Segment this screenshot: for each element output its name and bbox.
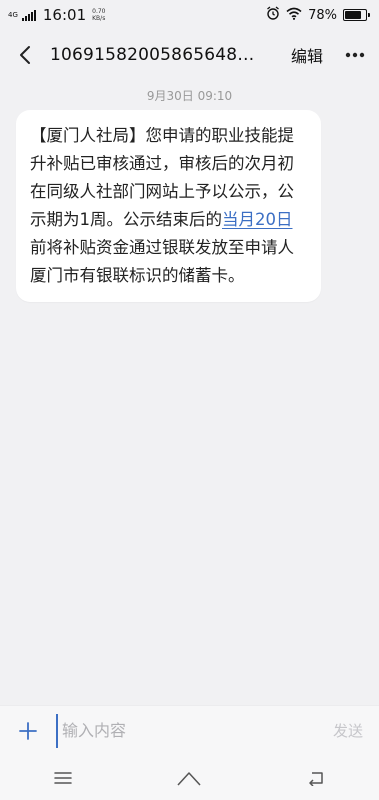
system-nav-bar bbox=[0, 755, 379, 800]
network-speed: 0.70 KB/s bbox=[92, 8, 105, 22]
alarm-icon bbox=[266, 6, 280, 24]
status-left: 4G 16:01 0.70 KB/s bbox=[8, 6, 105, 24]
network-speed-value: 0.70 bbox=[92, 8, 106, 15]
plus-icon bbox=[19, 721, 37, 740]
message-date-link[interactable]: 当月20日 bbox=[222, 210, 293, 229]
nav-menu-button[interactable] bbox=[33, 758, 93, 798]
menu-icon bbox=[54, 771, 72, 784]
network-indicator: 4G bbox=[8, 10, 18, 19]
status-right: 78% bbox=[266, 6, 370, 24]
send-button[interactable]: 发送 bbox=[317, 720, 379, 741]
message-text-end: 前将补贴资金通过银联发放至申请人厦门市有银联标识的储蓄卡。 bbox=[30, 238, 294, 285]
edit-button[interactable]: 编辑 bbox=[283, 43, 331, 67]
chevron-left-icon bbox=[20, 46, 30, 64]
network-type-label: 4G bbox=[8, 10, 18, 19]
nav-home-button[interactable] bbox=[159, 758, 219, 798]
message-timestamp: 9月30日 09:10 bbox=[146, 89, 233, 103]
wifi-icon bbox=[286, 7, 302, 24]
sender-number: 10691582005865648… bbox=[50, 45, 255, 65]
signal-icon bbox=[21, 9, 36, 21]
composer-bar: 发送 bbox=[0, 705, 379, 755]
add-attachment-button[interactable] bbox=[0, 706, 56, 756]
message-bubble[interactable]: 【厦门人社局】您申请的职业技能提升补贴已审核通过，审核后的次月初在同级人社部门网… bbox=[16, 110, 321, 302]
back-button[interactable] bbox=[0, 30, 50, 80]
home-icon bbox=[177, 771, 202, 786]
return-icon bbox=[309, 771, 323, 786]
nav-back-button[interactable] bbox=[286, 758, 346, 798]
battery-icon bbox=[343, 9, 370, 21]
clock: 16:01 bbox=[42, 6, 87, 24]
conversation-header: 10691582005865648… 编辑 bbox=[0, 30, 379, 80]
status-bar: 4G 16:01 0.70 KB/s 78% bbox=[0, 0, 379, 30]
more-dots-icon bbox=[345, 52, 365, 58]
more-options-button[interactable] bbox=[331, 30, 379, 80]
message-input[interactable] bbox=[56, 713, 317, 748]
battery-percent: 78% bbox=[308, 7, 337, 23]
network-speed-unit: KB/s bbox=[92, 15, 106, 22]
